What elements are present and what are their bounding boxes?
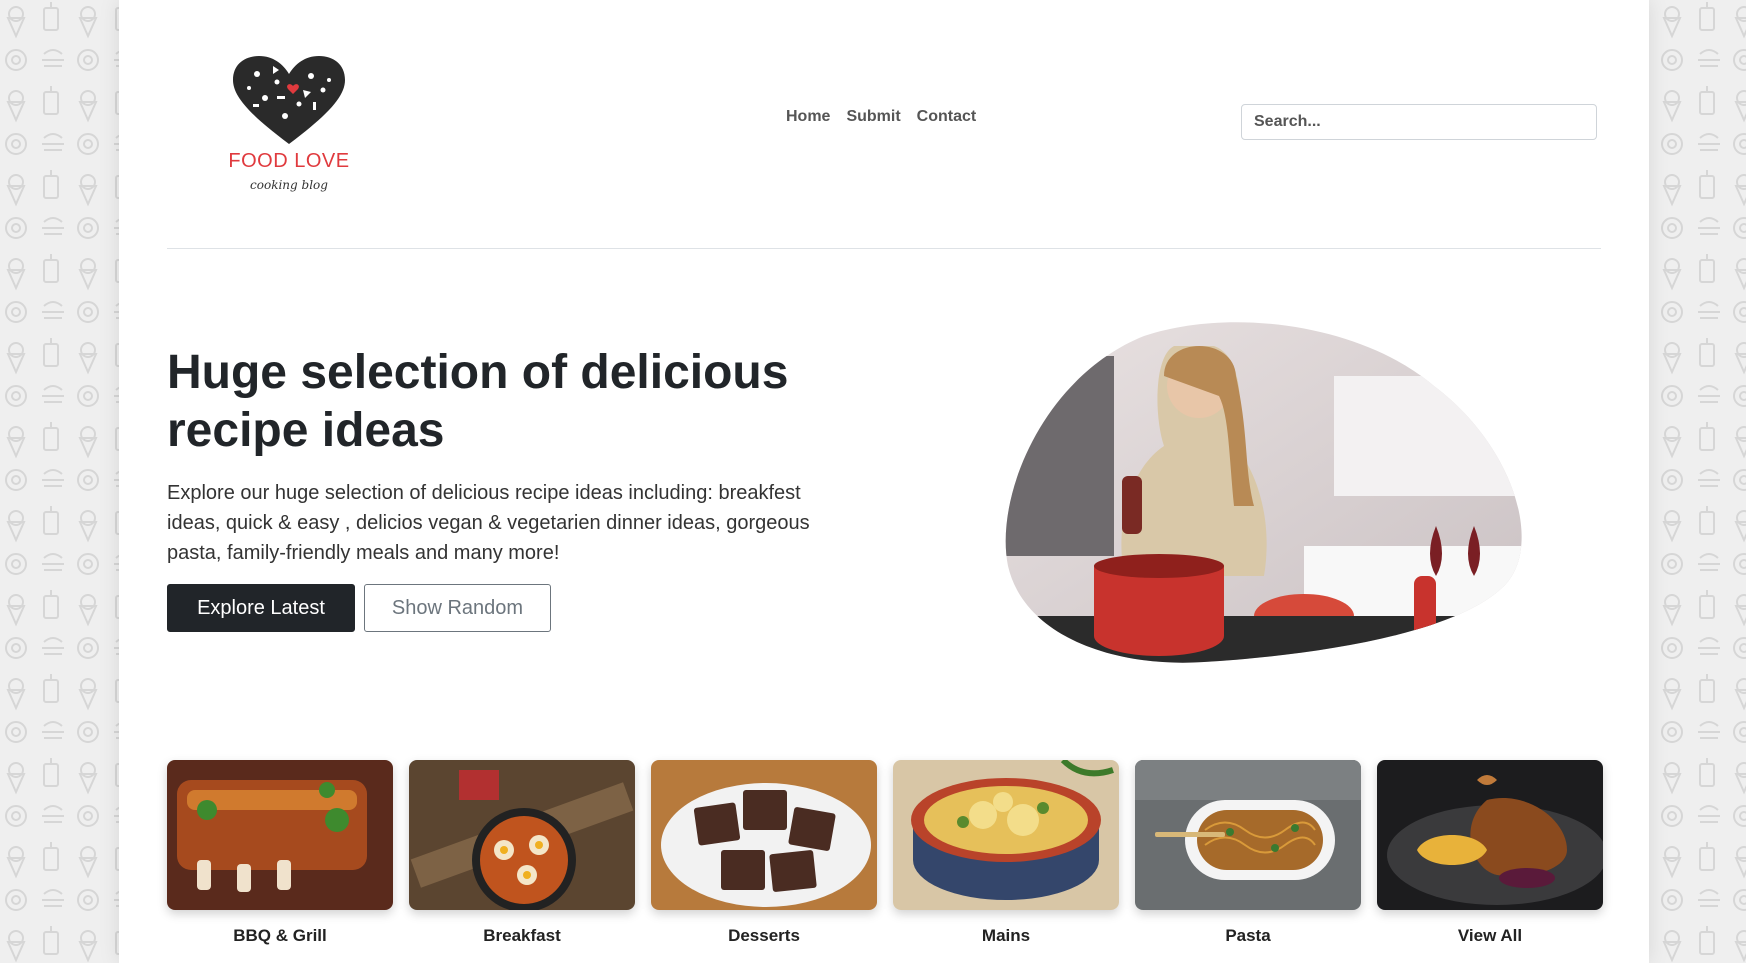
category-bbq-grill[interactable]: BBQ & Grill — [167, 760, 393, 946]
category-label: View All — [1457, 926, 1523, 945]
logo[interactable]: FOOD LOVE cooking blog — [219, 52, 359, 202]
category-image — [167, 760, 393, 910]
brand-tagline: cooking blog — [250, 178, 328, 192]
hero-image — [1004, 316, 1534, 664]
main-nav: Home Submit Contact — [786, 108, 976, 126]
category-breakfast[interactable]: Breakfast — [409, 760, 635, 946]
category-desserts[interactable]: Desserts — [651, 760, 877, 946]
category-image — [409, 760, 635, 910]
explore-latest-button[interactable]: Explore Latest — [167, 584, 355, 632]
category-image — [1135, 760, 1361, 910]
nav-item-submit[interactable]: Submit — [846, 108, 900, 126]
category-mains[interactable]: Mains — [893, 760, 1119, 946]
hero-title: Huge selection of delicious recipe ideas — [167, 346, 789, 457]
category-image — [1377, 760, 1603, 910]
heart-logo-icon — [233, 56, 345, 144]
nav-item-contact[interactable]: Contact — [917, 108, 977, 126]
category-label: Pasta — [1225, 926, 1271, 945]
category-pasta[interactable]: Pasta — [1135, 760, 1361, 946]
show-random-button[interactable]: Show Random — [364, 584, 551, 632]
hero-description: Explore our huge selection of delicious … — [167, 482, 810, 564]
category-label: Breakfast — [483, 926, 561, 945]
category-label: Mains — [981, 926, 1031, 945]
category-label: Desserts — [728, 926, 800, 945]
category-image — [893, 760, 1119, 910]
category-label: BBQ & Grill — [233, 926, 327, 945]
nav-item-home[interactable]: Home — [786, 108, 830, 126]
search-input[interactable] — [1241, 104, 1597, 140]
category-view-all[interactable]: View All — [1377, 760, 1603, 946]
header-divider — [167, 248, 1601, 249]
page-container: FOOD LOVE cooking blog Home Submit Conta… — [119, 0, 1649, 963]
brand-name: FOOD LOVE — [228, 150, 350, 172]
category-image — [651, 760, 877, 910]
category-list: BBQ & Grill Breakfast Desserts Mains Pas… — [167, 760, 1603, 946]
